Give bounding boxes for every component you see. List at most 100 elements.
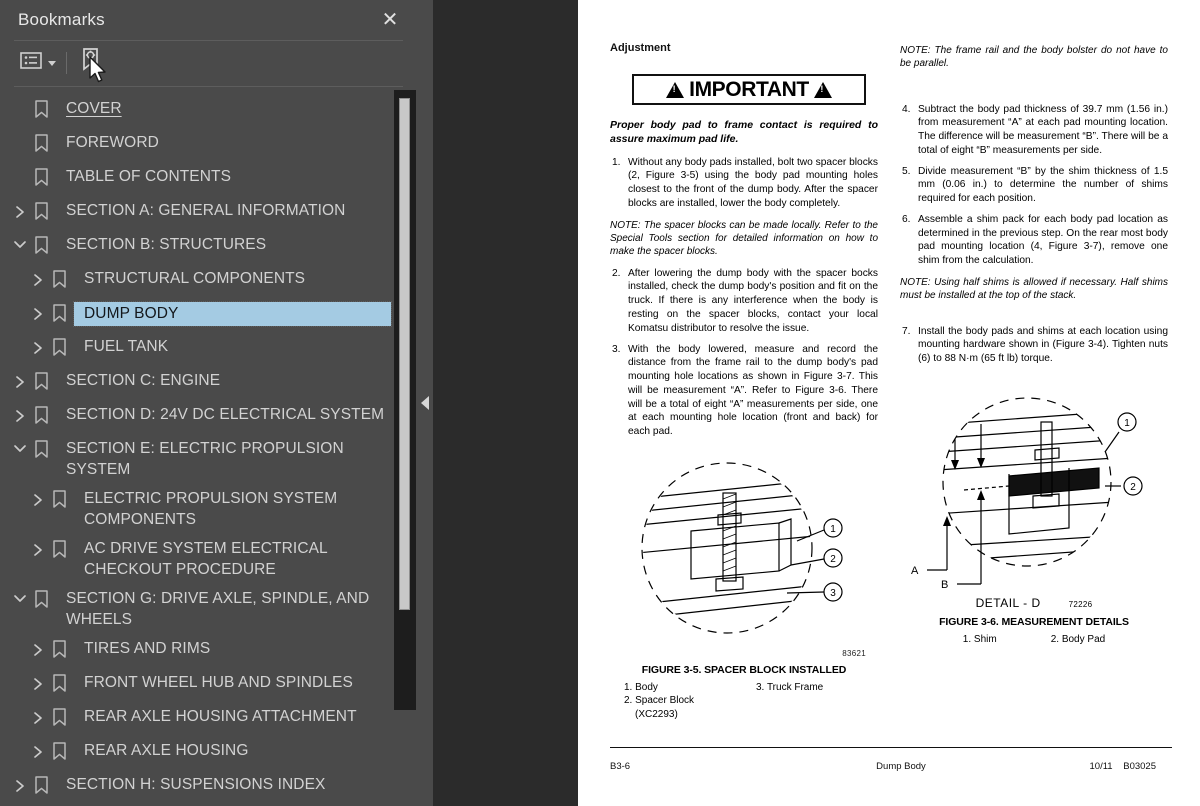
bookmark-icon — [34, 97, 54, 124]
sidebar-scrollbar-thumb[interactable] — [399, 98, 410, 610]
bookmark-item-electric-propulsion-system-components[interactable]: ELECTRIC PROPULSION SYSTEM COMPONENTS — [0, 483, 417, 533]
chevron-right-icon[interactable] — [30, 301, 46, 321]
chevron-right-icon[interactable] — [30, 671, 46, 691]
list-options-button[interactable] — [20, 48, 56, 78]
dimension-label-b: B — [941, 579, 948, 591]
bookmark-item-rear-axle-housing-attachment[interactable]: REAR AXLE HOUSING ATTACHMENT — [0, 701, 417, 735]
left-steps-group-2: 2. After lowering the dump body with the … — [610, 267, 878, 439]
bookmark-icon — [52, 705, 72, 732]
bookmark-label: FUEL TANK — [84, 337, 169, 355]
bookmark-icon — [34, 437, 54, 464]
chevron-right-icon[interactable] — [30, 739, 46, 759]
bookmark-item-foreword[interactable]: FOREWORD — [0, 127, 417, 161]
document-page: Adjustment IMPORTANT Proper body pad to … — [578, 0, 1200, 806]
step-number: 4. — [902, 103, 911, 115]
chevron-right-icon[interactable] — [12, 773, 28, 793]
chevron-down-icon[interactable] — [12, 233, 28, 249]
step-text: Divide measurement “B” by the shim thick… — [918, 165, 1168, 205]
legend-item: 3. Truck Frame — [756, 681, 824, 693]
sidebar-header: Bookmarks ✕ — [0, 0, 417, 40]
svg-text:2: 2 — [1130, 482, 1136, 493]
bookmark-label: SECTION E: ELECTRIC PROPULSION SYSTEM — [66, 439, 344, 478]
legend-item: 1. Shim — [962, 633, 997, 645]
bookmark-label: AC DRIVE SYSTEM ELECTRICAL CHECKOUT PROC… — [84, 539, 328, 578]
step-number: 5. — [902, 165, 911, 177]
chevron-right-icon[interactable] — [30, 705, 46, 725]
legend-item: 2. Body Pad — [1050, 633, 1106, 645]
list-options-icon — [20, 52, 42, 74]
figure-3-6-code: 72226 — [1068, 599, 1093, 609]
chevron-right-icon[interactable] — [12, 403, 28, 423]
bookmark-label: STRUCTURAL COMPONENTS — [84, 269, 306, 287]
chevron-right-icon[interactable] — [30, 267, 46, 287]
document-viewer[interactable]: Adjustment IMPORTANT Proper body pad to … — [433, 0, 1200, 806]
bookmark-item-cover[interactable]: COVER — [0, 93, 417, 127]
bookmark-item-rear-axle-housing[interactable]: REAR AXLE HOUSING — [0, 735, 417, 769]
bookmark-label: COVER — [66, 99, 122, 117]
mouse-cursor-icon — [88, 56, 110, 91]
figure-3-6: 1 2 A B DETAIL - D 72226 FIGURE 3-6. MEA… — [900, 394, 1168, 645]
collapse-left-arrow-icon[interactable] — [421, 396, 429, 410]
pdf-viewer-window: Bookmarks ✕ COVER FOREWORD TABLE OF CONT… — [0, 0, 1200, 806]
sidebar-splitter[interactable] — [417, 0, 433, 806]
footer-section-name: Dump Body — [876, 761, 926, 772]
chevron-right-icon[interactable] — [30, 637, 46, 657]
chevron-right-icon[interactable] — [30, 537, 46, 557]
bookmark-icon — [52, 637, 72, 664]
figure-3-5-title: FIGURE 3-5. SPACER BLOCK INSTALLED — [641, 663, 847, 676]
chevron-down-icon[interactable] — [12, 587, 28, 603]
bookmark-item-section-b-structures[interactable]: SECTION B: STRUCTURES — [0, 229, 417, 263]
chevron-right-icon[interactable] — [12, 199, 28, 219]
bookmark-item-tires-and-rims[interactable]: TIRES AND RIMS — [0, 633, 417, 667]
bookmark-item-ac-drive-system-electrical-checkout-procedure[interactable]: AC DRIVE SYSTEM ELECTRICAL CHECKOUT PROC… — [0, 533, 417, 583]
bookmark-item-section-g-drive-axle-spindle-and-wheels[interactable]: SECTION G: DRIVE AXLE, SPINDLE, AND WHEE… — [0, 583, 417, 633]
bookmark-label: FOREWORD — [66, 133, 159, 151]
bookmark-item-section-a-general-information[interactable]: SECTION A: GENERAL INFORMATION — [0, 195, 417, 229]
bookmarks-toolbar — [0, 41, 417, 86]
chevron-right-icon[interactable] — [30, 335, 46, 355]
bookmark-item-section-h-suspensions-index[interactable]: SECTION H: SUSPENSIONS INDEX — [0, 769, 417, 803]
bookmark-item-section-c-engine[interactable]: SECTION C: ENGINE — [0, 365, 417, 399]
dimension-label-a: A — [911, 565, 919, 577]
footer-doc-code: B03025 — [1123, 761, 1156, 772]
bookmark-icon — [52, 671, 72, 698]
close-icon[interactable]: ✕ — [377, 7, 403, 33]
step-number: 2. — [612, 267, 621, 279]
bookmark-item-section-d-24v-dc-electrical-system[interactable]: SECTION D: 24V DC ELECTRICAL SYSTEM — [0, 399, 417, 433]
bookmark-label: SECTION B: STRUCTURES — [66, 235, 267, 253]
bookmark-item-section-e-electric-propulsion-system[interactable]: SECTION E: ELECTRIC PROPULSION SYSTEM — [0, 433, 417, 483]
step-number: 7. — [902, 325, 911, 337]
procedure-step: 5. Divide measurement “B” by the shim thi… — [900, 165, 1168, 206]
bookmark-item-front-wheel-hub-and-spindles[interactable]: FRONT WHEEL HUB AND SPINDLES — [0, 667, 417, 701]
bookmarks-tree[interactable]: COVER FOREWORD TABLE OF CONTENTS SECTION A:… — [0, 87, 417, 806]
figure-3-6-title: FIGURE 3-6. MEASUREMENT DETAILS — [939, 615, 1129, 628]
figure-3-5-code: 83621 — [842, 648, 866, 658]
bookmark-label: TABLE OF CONTENTS — [66, 167, 232, 185]
svg-text:3: 3 — [830, 588, 836, 599]
bookmark-item-dump-body[interactable]: DUMP BODY — [0, 297, 417, 331]
important-callout-box: IMPORTANT — [632, 74, 866, 105]
procedure-step: 7. Install the body pads and shims at eac… — [900, 325, 1168, 366]
bookmark-item-table-of-contents[interactable]: TABLE OF CONTENTS — [0, 161, 417, 195]
procedure-step: 1. Without any body pads installed, bolt … — [610, 156, 878, 211]
sidebar-scrollbar[interactable] — [394, 90, 416, 710]
step-text: With the body lowered, measure and recor… — [628, 343, 878, 438]
bookmark-item-fuel-tank[interactable]: FUEL TANK — [0, 331, 417, 365]
step-text: Assemble a shim pack for each body pad l… — [918, 213, 1168, 267]
bookmark-label: REAR AXLE HOUSING — [84, 741, 249, 759]
chevron-down-icon[interactable] — [12, 437, 28, 453]
legend-item: 2. Spacer Block — [624, 695, 695, 707]
step-text: Subtract the body pad thickness of 39.7 … — [918, 103, 1168, 156]
bookmark-icon — [34, 199, 54, 226]
bookmark-icon — [34, 369, 54, 396]
bookmark-icon — [34, 233, 54, 260]
chevron-down-icon — [48, 60, 56, 66]
bookmark-item-structural-components[interactable]: STRUCTURAL COMPONENTS — [0, 263, 417, 297]
chevron-right-icon[interactable] — [30, 487, 46, 507]
figure-3-5-drawing: 1 2 3 — [641, 462, 843, 634]
right-steps-group-2: 7. Install the body pads and shims at eac… — [900, 325, 1168, 366]
step-text: Install the body pads and shims at each … — [918, 325, 1168, 365]
bookmark-label: SECTION D: 24V DC ELECTRICAL SYSTEM — [66, 405, 385, 423]
figure-3-5-legend: 1. Body 2. Spacer Block (XC2293) 3. Truc… — [610, 681, 878, 722]
chevron-right-icon[interactable] — [12, 369, 28, 389]
